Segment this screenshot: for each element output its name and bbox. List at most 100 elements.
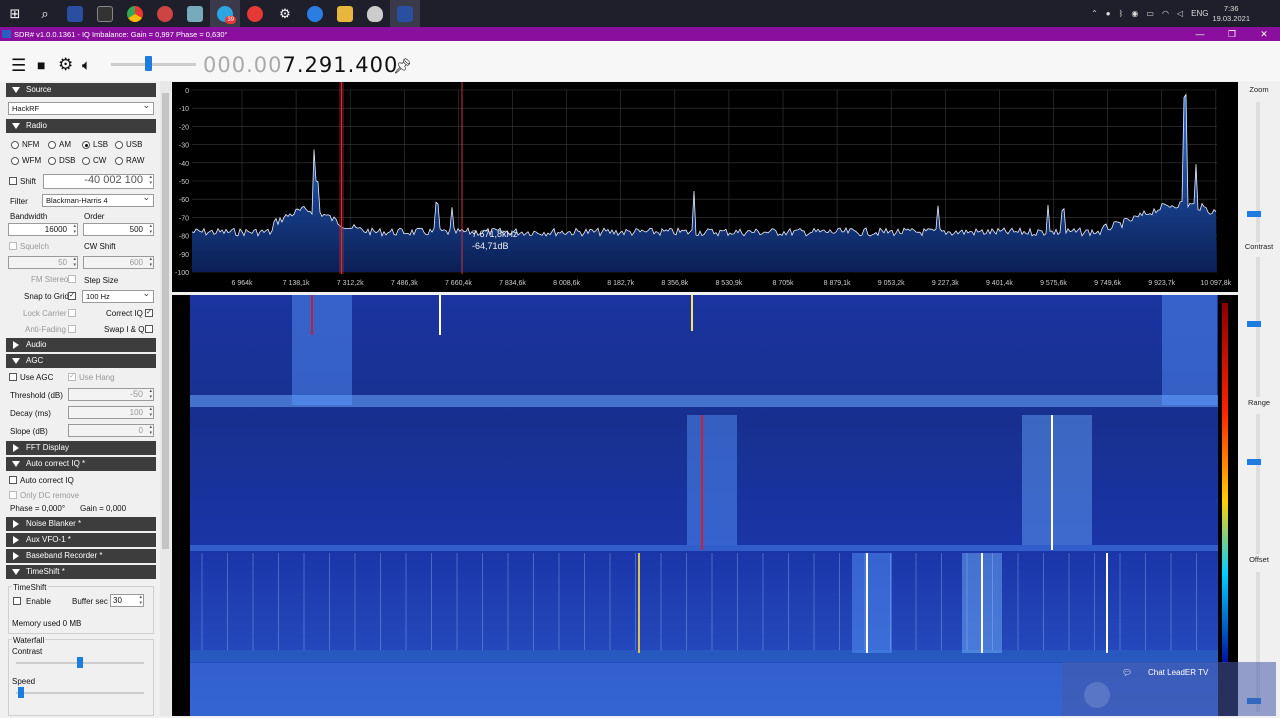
snap-to-grid-checkbox[interactable]: ✓	[68, 292, 76, 300]
minimize-button[interactable]: —	[1184, 27, 1216, 41]
bandwidth-input[interactable]: 16000	[8, 223, 78, 236]
squelch-input[interactable]: 50	[8, 256, 78, 269]
phase-readout: Phase = 0,000°	[10, 504, 66, 513]
app-icon[interactable]	[180, 0, 210, 27]
volume-icon[interactable]: ◁	[1177, 9, 1183, 18]
network-icon[interactable]: ◠	[1162, 9, 1169, 18]
mode-radio-nfm[interactable]	[11, 141, 19, 149]
telegram-icon[interactable]: 39	[210, 0, 240, 27]
section-noise-blanker[interactable]: Noise Blanker *	[6, 517, 156, 531]
cw-shift-input[interactable]: 600	[83, 256, 154, 269]
threshold-input[interactable]: -50	[68, 388, 154, 401]
order-input[interactable]: 500	[83, 223, 154, 236]
menu-icon[interactable]: ☰	[11, 57, 26, 74]
speaker-icon[interactable]: 🔈︎	[82, 57, 91, 74]
app-icon[interactable]	[150, 0, 180, 27]
range-thumb[interactable]	[1247, 459, 1261, 465]
app-icon[interactable]	[300, 0, 330, 27]
correct-iq-checkbox[interactable]: ✓	[145, 309, 153, 317]
panel-scrollbar-thumb[interactable]	[162, 93, 169, 549]
search-icon[interactable]: ⌕	[30, 0, 60, 27]
panel-scrollbar[interactable]	[160, 81, 171, 716]
folder-icon[interactable]	[330, 0, 360, 27]
squelch-checkbox[interactable]	[9, 242, 17, 250]
clock[interactable]: 7:36 19.03.2021	[1212, 4, 1250, 24]
mode-radio-raw[interactable]	[115, 157, 123, 165]
section-baseband-recorder[interactable]: Baseband Recorder *	[6, 549, 156, 563]
shift-checkbox[interactable]	[9, 177, 17, 185]
section-radio[interactable]: Radio	[6, 119, 156, 133]
maximize-button[interactable]: ❐	[1216, 27, 1248, 41]
sdr-icon[interactable]	[390, 0, 420, 27]
swap-iq-checkbox[interactable]	[145, 325, 153, 333]
gear-icon[interactable]: ⚙	[58, 56, 73, 73]
section-fft-display[interactable]: FFT Display	[6, 441, 156, 455]
source-device-select[interactable]: HackRF	[8, 100, 154, 115]
contrast-track[interactable]	[1256, 257, 1260, 397]
section-timeshift[interactable]: TimeShift *	[6, 565, 156, 579]
slope-input[interactable]: 0	[68, 424, 154, 437]
frequency-display[interactable]: 000.007.291.400	[203, 53, 398, 77]
spectrum-x-tick: 8 530,9k	[715, 280, 742, 287]
microphone-icon[interactable]	[1084, 682, 1110, 708]
use-agc-checkbox[interactable]	[9, 373, 17, 381]
close-button[interactable]: ✕	[1248, 27, 1280, 41]
anti-fading-checkbox[interactable]	[68, 325, 76, 333]
waterfall-speed-thumb[interactable]	[18, 687, 25, 698]
timeshift-enable-checkbox[interactable]	[13, 597, 21, 605]
waterfall-contrast-thumb[interactable]	[77, 657, 83, 668]
only-dc-remove-checkbox[interactable]	[9, 491, 17, 499]
buffer-sec-input[interactable]: 30	[110, 594, 144, 607]
yandex-icon[interactable]	[240, 0, 270, 27]
volume-slider-thumb[interactable]	[145, 56, 152, 71]
decay-input[interactable]: 100	[68, 406, 154, 419]
contrast-thumb[interactable]	[1247, 321, 1261, 327]
pin-icon[interactable]: 📌︎	[393, 57, 412, 75]
waterfall-speed-track[interactable]	[16, 692, 144, 694]
zoom-thumb[interactable]	[1247, 211, 1261, 217]
filter-select[interactable]: Blackman-Harris 4	[42, 192, 154, 207]
spectrum-analyzer[interactable]: 0 -10 -20 -30 -40 -50 -60 -70 -80 -90 -100 6 964k 7…	[172, 82, 1238, 292]
bluetooth-icon[interactable]: ᛒ	[1119, 9, 1124, 18]
spectrum-x-tick: 7 138,1k	[283, 280, 310, 287]
section-source[interactable]: Source	[6, 83, 156, 97]
use-hang-checkbox[interactable]: ✓	[68, 373, 76, 381]
microphone-icon[interactable]: ●	[1106, 9, 1111, 18]
section-aux-vfo[interactable]: Aux VFO-1 *	[6, 533, 156, 547]
chat-overlay[interactable]: 💬︎ Chat LeadER TV	[1062, 662, 1276, 716]
fm-stereo-checkbox[interactable]	[68, 275, 76, 283]
section-agc[interactable]: AGC	[6, 354, 156, 368]
lock-carrier-label: Lock Carrier	[23, 309, 67, 318]
section-auto-correct-iq[interactable]: Auto correct IQ *	[6, 457, 156, 471]
shift-value[interactable]: -40 002 100	[43, 174, 154, 189]
app-icon[interactable]	[60, 0, 90, 27]
mode-radio-usb[interactable]	[115, 141, 123, 149]
waterfall-display[interactable]	[172, 295, 1238, 716]
section-audio[interactable]: Audio	[6, 338, 156, 352]
zoom-track[interactable]	[1256, 102, 1260, 242]
windows-start-icon[interactable]: ⊞	[0, 0, 30, 27]
mode-radio-dsb[interactable]	[48, 157, 56, 165]
volume-slider-track[interactable]	[111, 63, 196, 66]
gear-icon[interactable]: ⚙	[270, 0, 300, 27]
range-track[interactable]	[1256, 414, 1260, 554]
chrome-icon[interactable]	[120, 0, 150, 27]
language-indicator[interactable]: ENG	[1191, 9, 1208, 18]
shield-icon[interactable]	[360, 0, 390, 27]
auto-correct-iq-checkbox[interactable]	[9, 476, 17, 484]
step-size-select[interactable]: 100 Hz	[82, 288, 154, 303]
lock-carrier-checkbox[interactable]	[68, 309, 76, 317]
spectrum-plot[interactable]: 0 -10 -20 -30 -40 -50 -60 -70 -80 -90 -100 6 964k 7…	[172, 82, 1238, 292]
only-dc-remove-label: Only DC remove	[20, 491, 80, 500]
tray-app-icon[interactable]: ◉	[1131, 9, 1138, 18]
battery-icon[interactable]: ▭	[1146, 9, 1154, 18]
stop-icon[interactable]: ■	[37, 57, 45, 74]
mode-radio-lsb[interactable]	[82, 141, 90, 149]
mode-radio-cw[interactable]	[82, 157, 90, 165]
mode-radio-wfm[interactable]	[11, 157, 19, 165]
waterfall-plot[interactable]	[172, 295, 1238, 716]
terminal-icon[interactable]	[90, 0, 120, 27]
spectrum-x-tick: 8 182,7k	[607, 280, 634, 287]
mode-radio-am[interactable]	[48, 141, 56, 149]
chevron-up-icon[interactable]: ⌃	[1091, 9, 1098, 18]
